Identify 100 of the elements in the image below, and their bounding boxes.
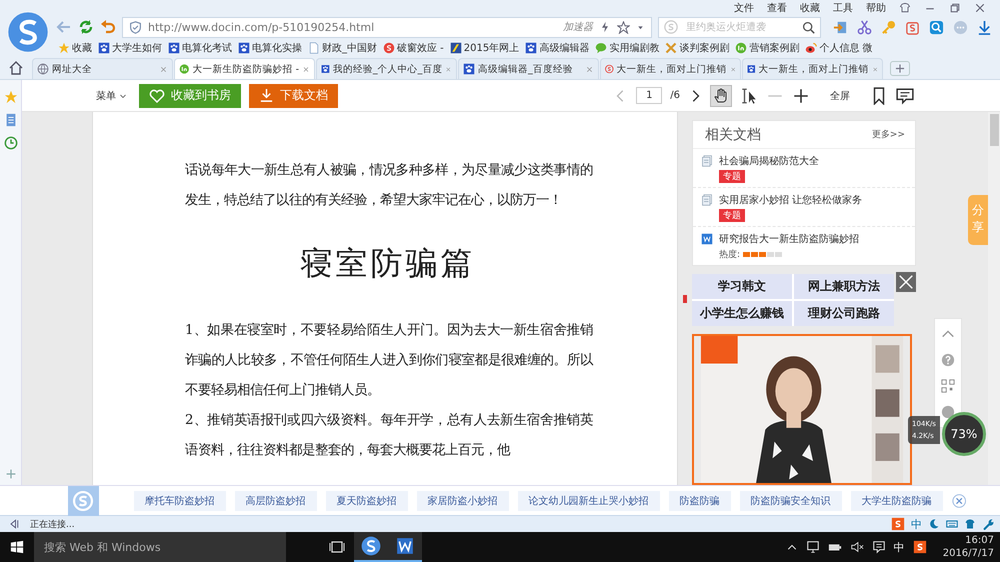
menu-item[interactable]: 文件 (734, 1, 754, 15)
bookmark-link[interactable]: 电算化实操 (238, 40, 302, 54)
wrench-icon[interactable] (982, 518, 994, 530)
search-icon[interactable] (802, 20, 815, 34)
document-link[interactable]: 社会骗局揭秘防范大全 (719, 154, 819, 168)
star-icon[interactable] (617, 20, 630, 34)
new-tab-icon[interactable] (890, 61, 910, 76)
close-icon[interactable] (159, 64, 168, 74)
bookmark-link[interactable]: 2015年网上 (450, 40, 520, 54)
app-icon[interactable] (905, 20, 920, 34)
bookmark-link[interactable]: 收藏 (58, 40, 92, 54)
hand-icon[interactable] (710, 84, 732, 106)
network-icon[interactable] (806, 540, 820, 554)
ad-link[interactable]: 理财公司跑路 (794, 301, 894, 326)
moon-icon[interactable] (928, 518, 940, 530)
clock-icon[interactable] (4, 136, 18, 150)
tab-title: 大一新生，面对上门推销 (616, 62, 727, 76)
page-number-field[interactable]: 1 (636, 87, 662, 104)
search-field[interactable]: 里约奥运火炬遭袭 (684, 20, 796, 34)
tag-link[interactable]: 高层防盗妙招 (234, 490, 317, 510)
bookmark-link[interactable]: 营销案例剧 (735, 40, 800, 54)
document-paragraph: 1、如果在寝室时，不要轻易给陌生人开门。因为去大一新生宿舍推销诈骗的人比较多，不管任何陌生人进入到你们寝室都是很难缠的。所以不要轻易相信任何上门推销人员。 (185, 322, 593, 400)
notification-icon[interactable] (872, 540, 886, 554)
memory-usage-ball[interactable]: 73% (942, 412, 986, 456)
browser-tab[interactable]: 大一新生，面对上门推销 (742, 58, 883, 79)
taskbar-search-field[interactable]: 搜索 Web 和 Windows (34, 532, 286, 562)
ad-link[interactable]: 网上兼职方法 (794, 274, 894, 299)
ad-close-button[interactable] (896, 272, 916, 292)
menu-item[interactable]: 工具 (833, 1, 853, 15)
download-button[interactable]: 下载文档 (249, 84, 338, 108)
ime-mode[interactable]: 中 (911, 516, 922, 532)
bookmark-link[interactable]: 个人信息 微 (805, 40, 872, 54)
magnifier-app-icon[interactable] (929, 20, 944, 34)
ime-mode[interactable]: 中 (894, 540, 905, 554)
home-icon[interactable] (8, 60, 24, 76)
clock[interactable]: 16:07 2016/7/17 (942, 534, 994, 560)
shirt-icon[interactable] (964, 518, 976, 530)
refresh-icon[interactable] (78, 19, 94, 35)
menu-item[interactable]: 帮助 (866, 1, 886, 15)
browser-tab[interactable]: 大一新生，面对上门推销 (600, 58, 741, 79)
bookmark-link[interactable]: 电算化考试 (168, 40, 232, 54)
tag-link[interactable]: 防盗防骗 (668, 490, 731, 510)
taskbar-app[interactable] (388, 532, 422, 562)
restore-icon[interactable] (949, 2, 961, 14)
tag-link[interactable]: 论文幼儿园新生止哭小妙招 (518, 490, 660, 510)
download-icon[interactable] (977, 20, 992, 34)
mute-icon[interactable] (850, 540, 864, 554)
collapse-handle[interactable] (683, 294, 687, 302)
close-icon[interactable] (585, 64, 594, 74)
accelerator-label[interactable]: 加速器 (563, 20, 593, 34)
tag-link[interactable]: 摩托车防盗妙招 (134, 490, 226, 510)
fullscreen-button[interactable]: 全屏 (830, 88, 850, 102)
undo-icon[interactable] (100, 19, 116, 35)
bookmark-link[interactable]: 谈判案例剧 (665, 40, 730, 54)
document-link[interactable]: 研究报告大一新生防盗防骗妙招 (719, 232, 859, 246)
menu-dropdown[interactable]: 菜单 (96, 88, 116, 102)
clock-date: 2016/7/17 (942, 547, 994, 560)
more-link[interactable]: 更多>> (872, 128, 905, 141)
exit-icon[interactable] (833, 20, 848, 34)
tag-link[interactable]: 家居防盗小妙招 (416, 490, 509, 510)
tag-link[interactable]: 大学生防盗防骗 (850, 490, 943, 510)
text-select-icon[interactable] (740, 86, 758, 104)
document-link[interactable]: 实用居家小妙招 让您轻松做家务 (719, 193, 862, 207)
sogou-ime-icon[interactable] (912, 540, 927, 554)
add-icon[interactable] (4, 467, 18, 481)
menu-item[interactable]: 查看 (767, 1, 787, 15)
comment-icon[interactable] (896, 86, 914, 104)
bookmark-link[interactable]: 实用编剧教 (595, 40, 660, 54)
tag-link[interactable]: 防盗防骗安全知识 (740, 490, 842, 510)
close-icon[interactable] (952, 492, 966, 508)
scissors-icon[interactable] (857, 20, 872, 34)
ad-link[interactable]: 学习韩文 (692, 274, 792, 299)
bookmark-link[interactable]: 高级编辑器 (525, 40, 590, 54)
scrollbar-thumb[interactable] (990, 114, 998, 146)
keyboard-icon[interactable] (946, 518, 958, 530)
eye-logo-icon (805, 42, 818, 54)
skin-icon[interactable] (899, 2, 911, 14)
sidebar-toggle-icon[interactable] (8, 518, 20, 530)
help-icon[interactable] (941, 353, 955, 367)
logo-tile[interactable] (68, 486, 99, 516)
bookmark-link[interactable]: 财政_中国财 (308, 40, 377, 54)
taskbar-app[interactable] (354, 532, 388, 562)
address-bar[interactable]: http://www.docin.com/p-510190254.html 加速器 (122, 16, 652, 38)
star-icon[interactable] (4, 90, 18, 104)
close-icon[interactable] (302, 64, 310, 74)
browser-tab[interactable]: 大一新生防盗防骗妙招 - (174, 58, 315, 79)
bookmark-link[interactable]: 大学生如何 (98, 40, 162, 54)
qr-code-icon[interactable] (941, 379, 955, 393)
menu-item[interactable]: 收藏 (800, 1, 820, 15)
tag-link[interactable]: 夏天防盗妙招 (326, 490, 408, 510)
zoom-in-icon[interactable] (792, 86, 810, 104)
tab-title: 我的经验_个人中心_百度 (332, 62, 442, 76)
browser-tab[interactable]: 我的经验_个人中心_百度 (316, 58, 457, 79)
browser-tab[interactable]: 网址大全 (32, 58, 173, 79)
document-icon[interactable] (4, 113, 18, 127)
ad-link[interactable]: 小学生怎么赚钱 (692, 301, 792, 326)
search-bar[interactable]: 里约奥运火炬遭袭 (658, 16, 821, 38)
bookmark-link[interactable]: 破窗效应 - (383, 40, 444, 54)
browser-tab[interactable]: 高级编辑器_百度经验 (458, 58, 599, 79)
close-icon[interactable] (974, 2, 986, 14)
